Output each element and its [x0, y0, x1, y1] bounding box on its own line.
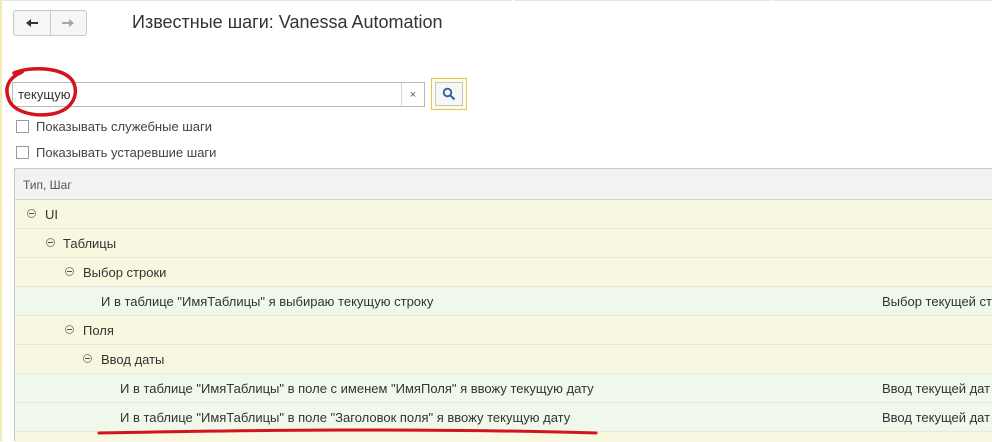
- magnifier-icon: [442, 87, 456, 101]
- page-title: Известные шаги: Vanessa Automation: [132, 12, 443, 32]
- step-description: Ввод текущей дат: [882, 410, 991, 425]
- show-obsolete-steps-label: Показывать устаревшие шаги: [36, 145, 217, 160]
- tree-row-row-selection[interactable]: Выбор строки: [15, 258, 992, 287]
- collapse-circle-icon[interactable]: [83, 354, 92, 363]
- top-divider: [0, 0, 992, 4]
- step-row-date-by-field-title[interactable]: И в таблице "ИмяТаблицы" в поле "Заголов…: [15, 403, 992, 432]
- step-description: Выбор текущей ст: [882, 294, 992, 309]
- tree-row-date-input[interactable]: Ввод даты: [15, 345, 992, 374]
- show-service-steps-label: Показывать служебные шаги: [36, 119, 212, 134]
- search-input-value[interactable]: текущую: [18, 87, 70, 102]
- row-label: Ввод даты: [101, 352, 165, 367]
- step-text: И в таблице "ИмяТаблицы" в поле с именем…: [120, 381, 594, 396]
- step-row-date-by-field-name[interactable]: И в таблице "ИмяТаблицы" в поле с именем…: [15, 374, 992, 403]
- column-header-type-step: Тип, Шаг: [23, 178, 72, 192]
- collapse-circle-icon[interactable]: [27, 209, 36, 218]
- show-obsolete-steps-checkbox[interactable]: Показывать устаревшие шаги: [16, 145, 216, 160]
- search-input[interactable]: текущую ×: [12, 82, 425, 107]
- step-text: И в таблице "ИмяТаблицы" я выбираю текущ…: [101, 294, 434, 309]
- arrow-left-icon: [25, 19, 38, 27]
- row-label: Выбор строки: [83, 265, 167, 280]
- search-button[interactable]: [431, 78, 467, 110]
- step-text: И в таблице "ИмяТаблицы" в поле "Заголов…: [120, 410, 571, 425]
- collapse-circle-icon[interactable]: [46, 238, 55, 247]
- step-description: Ввод текущей дат: [882, 381, 991, 396]
- checkbox-box[interactable]: [16, 120, 29, 133]
- grid-header[interactable]: Тип, Шаг: [15, 169, 992, 200]
- row-label: UI: [45, 207, 58, 222]
- collapse-circle-icon[interactable]: [65, 325, 74, 334]
- collapse-circle-icon[interactable]: [65, 267, 74, 276]
- navigation-buttons: [13, 10, 87, 36]
- back-button[interactable]: [14, 11, 50, 35]
- tree-row-tables[interactable]: Таблицы: [15, 229, 992, 258]
- forward-button[interactable]: [49, 11, 87, 35]
- left-accent-bar: [0, 0, 2, 441]
- tree-row-fields[interactable]: Поля: [15, 316, 992, 345]
- steps-tree-grid: Тип, Шаг UI Таблицы Выбор строки И в таб…: [14, 168, 992, 442]
- row-label: Таблицы: [63, 236, 117, 251]
- row-label: Поля: [83, 323, 114, 338]
- tree-row-ui[interactable]: UI: [15, 200, 992, 229]
- arrow-right-icon: [62, 19, 75, 27]
- show-service-steps-checkbox[interactable]: Показывать служебные шаги: [16, 119, 212, 134]
- clear-search-button[interactable]: ×: [401, 83, 424, 106]
- step-row-select-current-row[interactable]: И в таблице "ИмяТаблицы" я выбираю текущ…: [15, 287, 992, 316]
- checkbox-box[interactable]: [16, 146, 29, 159]
